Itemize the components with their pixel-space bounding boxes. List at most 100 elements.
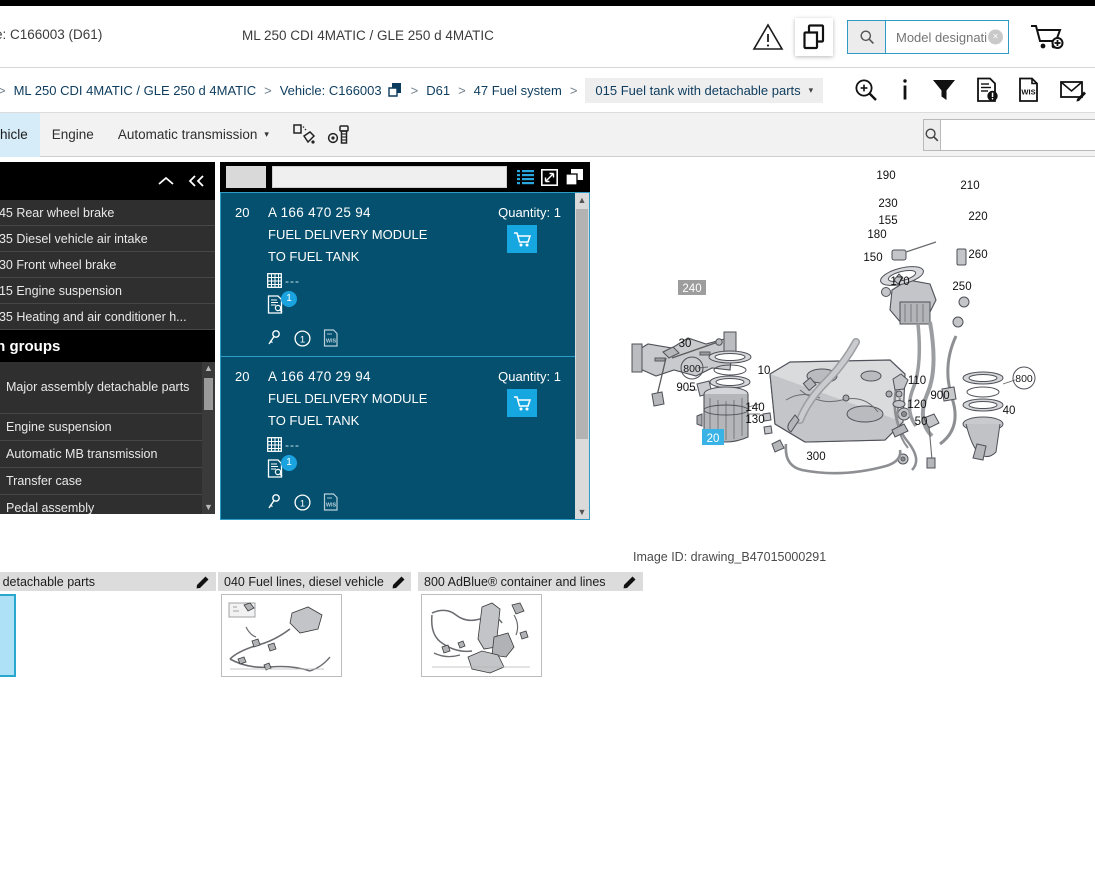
- sidebar-group-major-assembly[interactable]: Major assembly detachable parts: [0, 362, 215, 414]
- breadcrumb-item-d61[interactable]: D61: [426, 83, 450, 98]
- callout-210: 210: [960, 180, 979, 192]
- sidebar-item-front-wheel-brake[interactable]: 030 Front wheel brake: [0, 252, 215, 278]
- grid-dots-label: ---: [285, 273, 300, 288]
- thumbnail-image[interactable]: [0, 594, 16, 677]
- breadcrumb-item-vehicle[interactable]: Vehicle: C166003: [280, 83, 382, 98]
- copy-icon[interactable]: [795, 18, 833, 56]
- parts-toolbar-tag[interactable]: [226, 166, 266, 188]
- part-footer-icons: 1 WIS: [267, 493, 339, 511]
- paint-color-icon[interactable]: [291, 123, 317, 147]
- document-alert-icon[interactable]: [975, 77, 999, 103]
- sidebar-top-list: 045 Rear wheel brake 135 Diesel vehicle …: [0, 200, 215, 330]
- edit-icon[interactable]: [623, 575, 637, 589]
- parts-search-box[interactable]: [923, 118, 1095, 151]
- part-list-item[interactable]: 20 A 166 470 25 94 FUEL DELIVERY MODULE …: [221, 193, 589, 357]
- thumbnail-item-adblue[interactable]: 800 AdBlue® container and lines: [418, 572, 643, 677]
- scrollbar-thumb[interactable]: [576, 209, 588, 439]
- parts-search-input[interactable]: [941, 119, 1095, 150]
- breadcrumb-item-model[interactable]: ML 250 CDI 4MATIC / GLE 250 d 4MATIC: [14, 83, 257, 98]
- parts-panel-toolbar: [220, 162, 590, 192]
- fastener-bolt-icon[interactable]: [327, 123, 355, 147]
- tab-vehicle[interactable]: hicle: [0, 112, 40, 157]
- grid-table-icon[interactable]: ---: [267, 273, 300, 288]
- clear-search-icon[interactable]: ×: [988, 29, 1003, 45]
- model-search-box[interactable]: ×: [847, 20, 1009, 54]
- callout-130: 130: [745, 414, 764, 426]
- note-number-icon[interactable]: 1: [294, 329, 311, 347]
- thumbnail-drawing-fuel-lines: [228, 602, 331, 672]
- breadcrumb-group-dropdown[interactable]: 015 Fuel tank with detachable parts ▾: [585, 77, 824, 103]
- sidebar-item-engine-suspension[interactable]: 015 Engine suspension: [0, 278, 215, 304]
- chevron-up-icon[interactable]: [157, 175, 175, 187]
- info-icon[interactable]: [897, 77, 913, 103]
- svg-text:WIS: WIS: [326, 339, 337, 345]
- thumbnail-image[interactable]: [421, 594, 542, 677]
- thumbnail-item-fuel-lines[interactable]: 040 Fuel lines, diesel vehicle: [218, 572, 411, 677]
- image-id-label: Image ID: drawing_B47015000291: [633, 550, 827, 564]
- double-chevron-left-icon[interactable]: [187, 174, 207, 188]
- add-to-cart-icon[interactable]: [507, 389, 537, 417]
- breadcrumb-separator: >: [264, 82, 272, 98]
- model-search-field[interactable]: ×: [886, 21, 1008, 53]
- parts-filter-input[interactable]: [272, 166, 507, 188]
- sidebar-group-engine-suspension[interactable]: Engine suspension: [0, 414, 215, 441]
- key-icon[interactable]: [267, 329, 282, 347]
- callout-140: 140: [745, 402, 764, 414]
- search-icon[interactable]: [848, 21, 886, 53]
- scroll-down-icon[interactable]: ▼: [575, 505, 589, 519]
- sidebar-item-label: 030 Front wheel brake: [0, 257, 117, 272]
- copy-icon[interactable]: [565, 168, 584, 186]
- callout-110: 110: [908, 375, 926, 387]
- callout-190: 190: [876, 170, 895, 182]
- technical-drawing[interactable]: 800 800 190 210 230 220 155 180 150 260 …: [600, 162, 1095, 532]
- thumbnail-caption-bar[interactable]: 040 Fuel lines, diesel vehicle: [218, 572, 411, 591]
- breadcrumb-item-fuel-system[interactable]: 47 Fuel system: [474, 83, 562, 98]
- edit-icon[interactable]: [196, 575, 210, 589]
- wis-document-icon[interactable]: WIS: [323, 329, 339, 347]
- key-icon[interactable]: [267, 493, 282, 511]
- edit-icon[interactable]: [392, 575, 406, 589]
- callout-50: 50: [915, 416, 928, 428]
- scroll-down-icon[interactable]: ▼: [202, 501, 215, 514]
- sidebar-group-label: Transfer case: [6, 473, 82, 488]
- parts-panel: 20 A 166 470 25 94 FUEL DELIVERY MODULE …: [220, 162, 590, 520]
- add-to-cart-icon[interactable]: [507, 225, 537, 253]
- copy-icon[interactable]: [387, 82, 403, 98]
- thumbnail-image[interactable]: [221, 594, 342, 677]
- mail-edit-icon[interactable]: [1059, 77, 1087, 103]
- callout-40: 40: [1003, 405, 1016, 417]
- wis-document-icon[interactable]: WIS: [323, 493, 339, 511]
- tab-engine[interactable]: Engine: [40, 113, 106, 157]
- fuel-tank-exploded-diagram[interactable]: 800 800 190 210 230 220 155 180 150 260 …: [600, 162, 1095, 532]
- thumbnail-caption-bar[interactable]: Fuel tank with detachable parts: [0, 572, 216, 591]
- scroll-up-icon[interactable]: ▲: [575, 193, 589, 207]
- sidebar-scrollbar[interactable]: ▲ ▼: [202, 362, 215, 514]
- expand-fullscreen-icon[interactable]: [541, 168, 558, 186]
- sidebar-item-heating-air-conditioner[interactable]: 035 Heating and air conditioner h...: [0, 304, 215, 330]
- tab-automatic-transmission[interactable]: Automatic transmission ▾: [106, 113, 281, 157]
- sidebar-group-transfer-case[interactable]: Transfer case: [0, 468, 215, 495]
- zoom-in-icon[interactable]: [853, 77, 879, 103]
- grid-table-icon[interactable]: ---: [267, 437, 300, 452]
- parts-scrollbar[interactable]: ▲ ▼: [575, 193, 589, 519]
- part-description-line1: FUEL DELIVERY MODULE: [268, 391, 428, 406]
- sidebar-group-pedal-assembly[interactable]: Pedal assembly: [0, 495, 215, 514]
- list-view-icon[interactable]: [517, 169, 534, 185]
- breadcrumb-separator: >: [458, 82, 466, 98]
- add-to-cart-icon[interactable]: [1029, 22, 1065, 52]
- chevron-down-icon: ▾: [264, 129, 269, 139]
- sidebar-item-diesel-air-intake[interactable]: 135 Diesel vehicle air intake: [0, 226, 215, 252]
- sidebar-group-automatic-mb-transmission[interactable]: Automatic MB transmission: [0, 441, 215, 468]
- search-icon[interactable]: [924, 119, 941, 150]
- sidebar-item-rear-wheel-brake[interactable]: 045 Rear wheel brake: [0, 200, 215, 226]
- part-list-item[interactable]: 20 A 166 470 29 94 FUEL DELIVERY MODULE …: [221, 357, 589, 519]
- sidebar-item-label: 015 Engine suspension: [0, 283, 122, 298]
- thumbnail-caption-bar[interactable]: 800 AdBlue® container and lines: [418, 572, 643, 591]
- note-number-icon[interactable]: 1: [294, 493, 311, 511]
- warning-triangle-icon[interactable]: [751, 20, 785, 54]
- scrollbar-thumb[interactable]: [204, 378, 213, 410]
- filter-funnel-icon[interactable]: [931, 77, 957, 103]
- wis-document-icon[interactable]: WIS: [1017, 77, 1041, 103]
- thumbnail-item-fuel-tank[interactable]: Fuel tank with detachable parts: [0, 572, 216, 677]
- scroll-up-icon[interactable]: ▲: [202, 362, 215, 375]
